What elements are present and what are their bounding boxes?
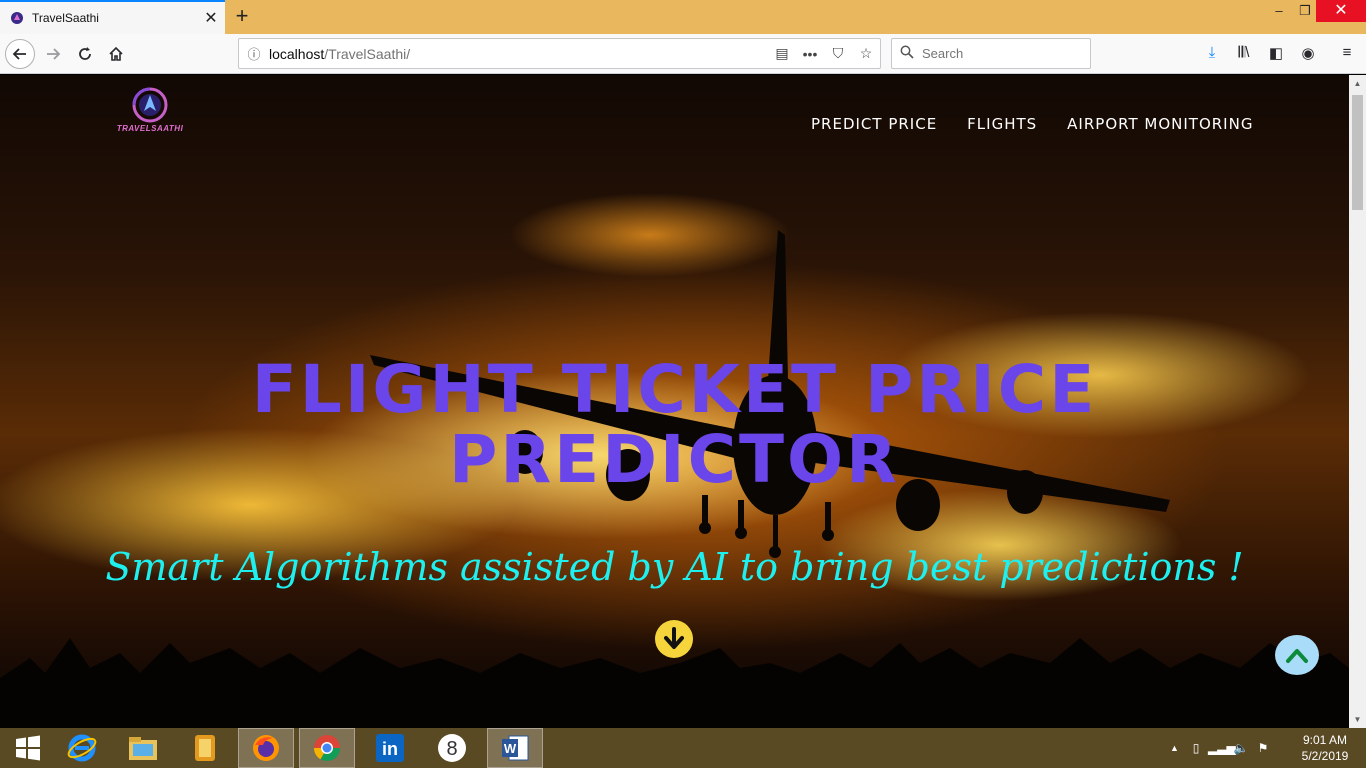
page-actions-icon[interactable]: ••• [796,46,824,62]
start-button[interactable] [0,728,56,768]
arrow-down-icon [664,627,684,649]
search-icon [892,45,922,62]
menu-icon[interactable]: ≡ [1336,44,1358,64]
svg-text:in: in [382,739,398,759]
sidebar-icon[interactable]: ◧ [1265,44,1287,64]
menu-item-predict-price[interactable]: PREDICT PRICE [811,115,937,133]
main-menu: PREDICT PRICE FLIGHTS AIRPORT MONITORING [811,115,1253,133]
device-icon[interactable]: ▯ [1184,741,1208,755]
site-favicon-icon [11,12,23,24]
nav-toolbar: ⓘ localhost/TravelSaathi/ ▤ ••• ⛉ ☆ ⤓ 𝄃𝄃… [0,34,1366,74]
linkedin-icon[interactable]: in [362,728,418,768]
scrollbar-thumb[interactable] [1352,95,1363,210]
internet-explorer-icon[interactable] [54,728,110,768]
logo-text: TRAVELSAATHI [116,124,184,133]
back-icon[interactable] [5,39,35,69]
show-hidden-icons-icon[interactable]: ▲ [1170,743,1184,753]
file-manager-icon[interactable] [177,728,233,768]
browser-tab[interactable]: TravelSaathi ✕ [0,0,225,34]
chevron-up-icon [1286,649,1308,663]
windows-logo-icon [16,735,40,761]
svg-text:8: 8 [446,738,457,760]
firefox-icon[interactable] [238,728,294,768]
search-input[interactable] [922,46,1082,61]
clock-date: 5/2/2019 [1301,749,1349,763]
menu-item-flights[interactable]: FLIGHTS [967,115,1037,133]
network-icon[interactable]: ▂▃▅ [1208,741,1236,755]
action-center-icon[interactable]: ⚑ [1252,741,1274,755]
hero-title-line-1: FLIGHT TICKET PRICE [251,351,1098,428]
app-8-icon[interactable]: 8 [424,728,480,768]
word-icon[interactable]: W [487,728,543,768]
pocket-icon[interactable]: ⛉ [824,45,852,62]
tab-strip: TravelSaathi ✕ + – ❐ ✕ [0,0,1366,34]
scroll-down-button[interactable] [655,620,693,658]
scroll-up-arrow-icon[interactable]: ▲ [1349,79,1366,88]
reader-view-icon[interactable]: ▤ [768,45,796,62]
system-tray: ▲ ▯ ▂▃▅ 🔈 ⚑ [1170,728,1274,768]
downloads-icon[interactable]: ⤓ [1201,44,1223,64]
hero-title: FLIGHT TICKET PRICE PREDICTOR [0,355,1349,495]
url-host: localhost [269,45,325,62]
scroll-down-arrow-icon[interactable]: ▼ [1349,715,1366,724]
file-explorer-icon[interactable] [115,728,171,768]
taskbar-clock[interactable]: 9:01 AM 5/2/2019 [1290,732,1360,764]
forward-icon[interactable] [38,39,68,69]
page-scrollbar[interactable]: ▲ ▼ [1349,75,1366,728]
bookmark-star-icon[interactable]: ☆ [852,45,880,62]
home-icon[interactable] [101,39,131,69]
close-tab-icon[interactable]: ✕ [197,8,225,28]
back-to-top-button[interactable] [1275,635,1319,675]
reload-icon[interactable] [70,39,100,69]
account-icon[interactable]: ◉ [1297,44,1319,64]
chrome-icon[interactable] [299,728,355,768]
search-bar[interactable] [891,38,1091,69]
hero-subtitle: Smart Algorithms assisted by AI to bring… [105,545,1244,589]
logo-emblem-icon [132,87,168,123]
windows-taskbar: in 8 W ▲ ▯ ▂▃▅ 🔈 ⚑ 9:01 AM 5/2/2019 [0,728,1366,768]
svg-text:W: W [504,741,517,756]
url-path: /TravelSaathi/ [324,45,411,62]
new-tab-icon[interactable]: + [229,3,255,29]
site-logo[interactable]: TRAVELSAATHI [108,83,192,139]
clock-time: 9:01 AM [1302,733,1348,747]
menu-item-airport-monitoring[interactable]: AIRPORT MONITORING [1067,115,1253,133]
site-info-icon[interactable]: ⓘ [239,44,269,63]
tab-title: TravelSaathi [32,11,99,25]
address-bar[interactable]: ⓘ localhost/TravelSaathi/ ▤ ••• ⛉ ☆ [238,38,881,69]
volume-icon[interactable]: 🔈 [1230,741,1252,755]
hero-title-line-2: PREDICTOR [448,421,900,498]
hero-section: TRAVELSAATHI PREDICT PRICE FLIGHTS AIRPO… [0,75,1349,728]
library-icon[interactable]: 𝄃𝄃\ [1233,44,1255,64]
close-window-icon[interactable]: ✕ [1316,0,1366,22]
